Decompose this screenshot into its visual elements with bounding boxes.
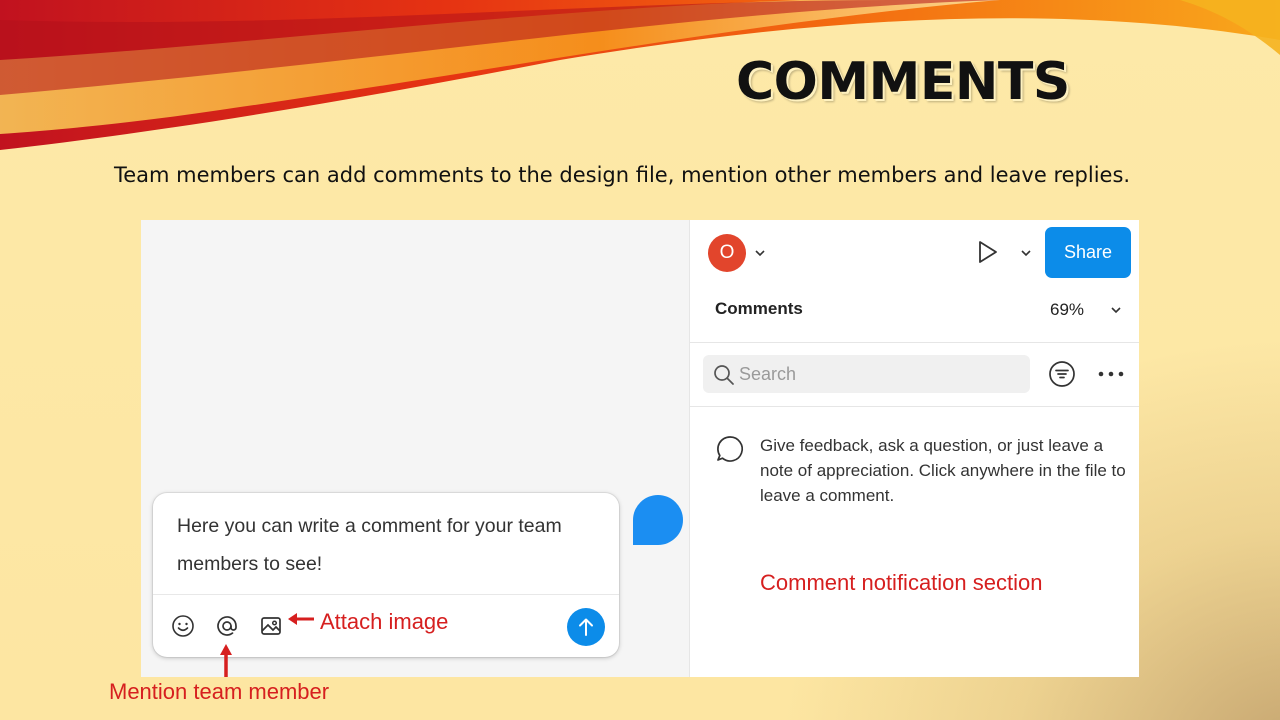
mention-annotation: Mention team member	[109, 679, 330, 704]
empty-state-message: Give feedback, ask a question, or just l…	[760, 436, 1126, 505]
composer-divider	[153, 594, 619, 595]
notification-annotation: Comment notification section	[760, 570, 1043, 595]
zoom-value[interactable]: 69%	[1050, 300, 1084, 320]
slide-title: COMMENTS	[736, 52, 1070, 112]
at-icon[interactable]	[215, 614, 239, 638]
decorative-swoosh	[0, 0, 1280, 150]
play-icon[interactable]	[977, 240, 999, 264]
composer-text[interactable]: Here you can write a comment for your te…	[177, 507, 597, 583]
chevron-down-icon[interactable]	[1110, 306, 1122, 314]
mention-arrow	[220, 644, 232, 677]
search-box[interactable]	[703, 355, 1030, 393]
share-button[interactable]: Share	[1045, 227, 1131, 278]
send-button[interactable]	[567, 608, 605, 646]
attach-arrow	[288, 613, 314, 625]
chevron-down-icon[interactable]	[754, 249, 766, 257]
send-icon	[579, 618, 593, 636]
image-icon[interactable]	[259, 614, 283, 638]
search-icon	[714, 365, 734, 385]
attach-image-annotation: Attach image	[320, 609, 449, 634]
comments-title: Comments	[715, 299, 803, 318]
screenshot-panel: Here you can write a comment for your te…	[141, 220, 1139, 677]
filter-icon[interactable]	[1048, 360, 1076, 388]
more-icon[interactable]	[1098, 370, 1124, 378]
divider	[690, 406, 1139, 407]
search-input[interactable]	[739, 355, 1019, 393]
comment-bubble-icon	[717, 436, 744, 462]
comment-pin-icon[interactable]	[631, 493, 685, 547]
chevron-down-icon[interactable]	[1020, 249, 1032, 257]
divider	[690, 342, 1139, 343]
avatar[interactable]: O	[708, 234, 746, 272]
emoji-icon[interactable]	[171, 614, 195, 638]
design-canvas[interactable]: Here you can write a comment for your te…	[141, 220, 689, 677]
slide-subtitle: Team members can add comments to the des…	[114, 163, 1131, 187]
comments-sidebar: O Share Comments 69% Search Give feedbac…	[689, 220, 1139, 677]
